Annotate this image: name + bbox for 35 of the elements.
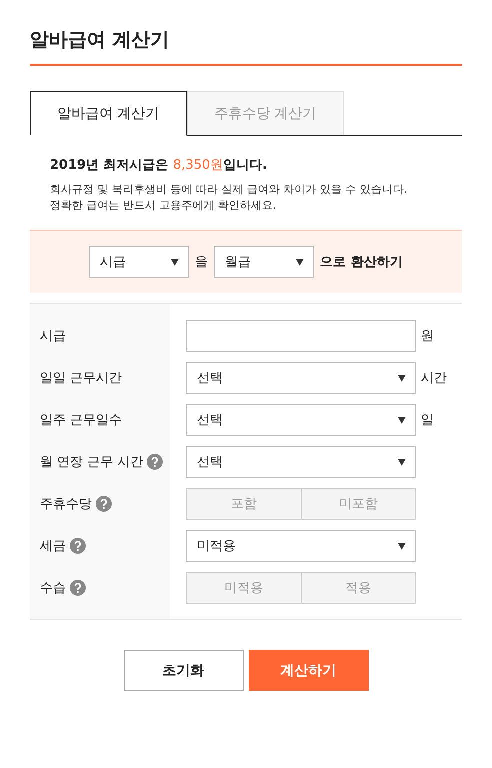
field-label: 시급	[40, 328, 66, 345]
field-label: 월 연장 근무 시간	[40, 454, 144, 471]
convert-label: 으로 환산하기	[320, 254, 403, 271]
dropdown[interactable]: 선택	[186, 404, 416, 436]
field-label: 주휴수당	[40, 496, 92, 513]
from-dropdown[interactable]: 시급	[89, 246, 190, 278]
dropdown[interactable]: 선택	[186, 446, 416, 478]
caret-icon	[398, 374, 406, 382]
caret-icon	[171, 258, 180, 266]
help-icon[interactable]	[96, 496, 112, 512]
tab[interactable]: 알바급여 계산기	[30, 91, 187, 136]
to-dropdown[interactable]: 월급	[214, 246, 314, 278]
dropdown[interactable]: 미적용	[186, 530, 416, 562]
unit-label: 원	[421, 328, 434, 345]
particle-text: 을	[195, 254, 208, 271]
input-field[interactable]	[186, 320, 416, 352]
disclaimer-text: 회사규정 및 복리후생비 등에 따라 실제 급여와 차이가 있을 수 있습니다.	[50, 182, 408, 198]
caret-icon	[398, 542, 406, 550]
reset-button[interactable]: 초기화	[124, 650, 244, 691]
field-label: 수습	[40, 580, 66, 597]
unit-label: 일	[421, 412, 434, 429]
help-icon[interactable]	[70, 538, 86, 554]
disclaimer-text: 정확한 급여는 반드시 고용주에게 확인하세요.	[50, 198, 278, 214]
help-icon[interactable]	[147, 454, 164, 470]
minimum-wage-notice: 2019년 최저시급은 8,350원입니다.	[50, 157, 268, 174]
caret-icon	[398, 416, 406, 424]
page-title: 알바급여 계산기	[30, 28, 170, 53]
field-label: 일주 근무일수	[40, 412, 122, 429]
help-icon[interactable]	[70, 580, 86, 596]
field-label: 세금	[40, 538, 66, 555]
unit-label: 시간	[421, 370, 447, 387]
caret-icon	[398, 458, 406, 466]
dropdown[interactable]: 선택	[186, 362, 416, 394]
field-label: 일일 근무시간	[40, 370, 122, 387]
caret-icon	[296, 258, 304, 266]
